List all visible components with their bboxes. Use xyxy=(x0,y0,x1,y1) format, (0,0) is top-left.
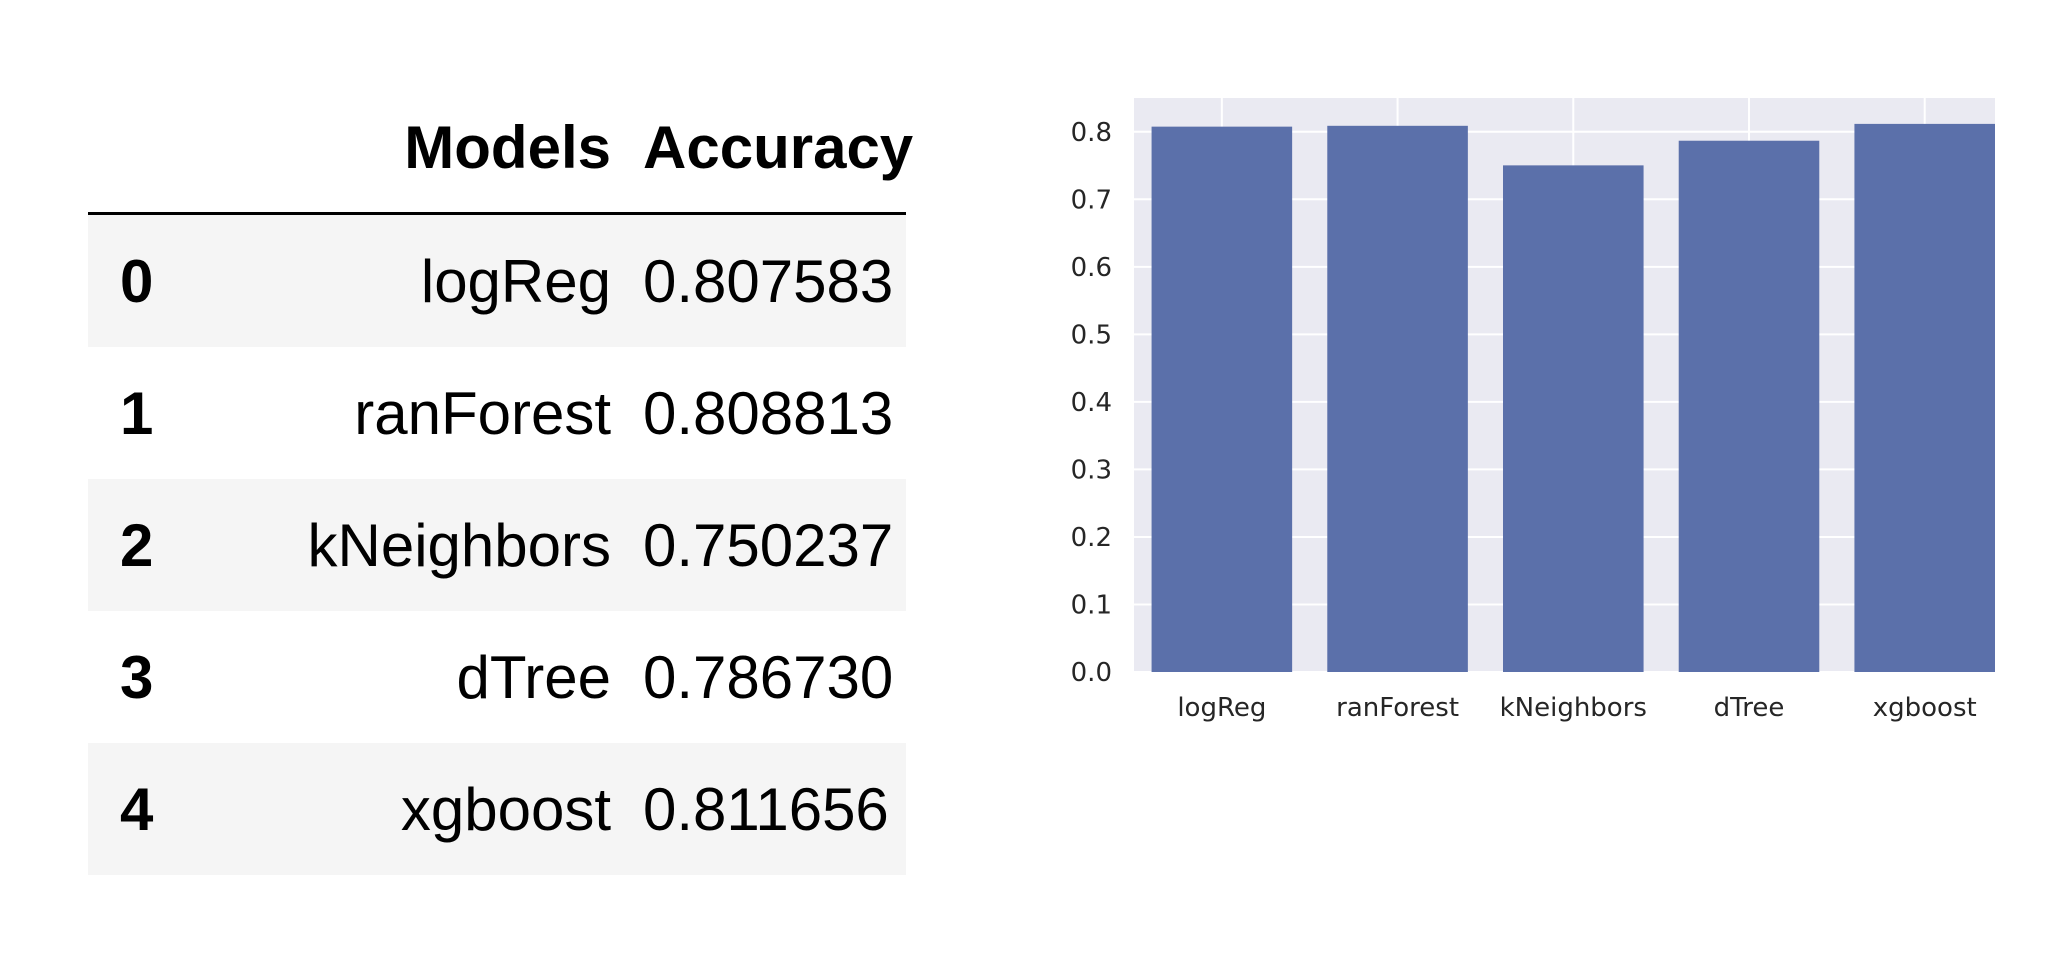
x-tick-label: logReg xyxy=(1177,693,1266,723)
accuracy-bar-chart: 0.0 0.1 0.2 0.3 0.4 0.5 0.6 0.7 0.8 logReg ranFor… xyxy=(1071,98,1995,723)
row-index: 3 xyxy=(120,643,154,711)
y-tick-label: 0.4 xyxy=(1071,388,1112,418)
row-model: dTree xyxy=(456,643,611,711)
table-row: 3 dTree 0.786730 xyxy=(88,611,906,743)
bar-dTree xyxy=(1678,140,1820,673)
y-tick-label: 0.5 xyxy=(1071,320,1112,350)
row-accuracy: 0.811656 xyxy=(643,775,889,843)
row-index: 1 xyxy=(120,379,154,447)
row-accuracy: 0.750237 xyxy=(643,511,894,579)
bar-xgboost xyxy=(1854,123,1995,672)
models-header: Models xyxy=(404,113,611,181)
y-tick-labels: 0.0 0.1 0.2 0.3 0.4 0.5 0.6 0.7 0.8 xyxy=(1071,118,1112,688)
row-model: kNeighbors xyxy=(307,511,612,579)
row-accuracy: 0.808813 xyxy=(643,379,894,447)
row-model: xgboost xyxy=(400,775,611,843)
table-header-row: Models Accuracy xyxy=(88,82,914,214)
accuracy-table-container: Models Accuracy 0 logReg 0.807583 1 ranF… xyxy=(88,82,914,875)
x-tick-label: ranForest xyxy=(1336,693,1459,723)
x-tick-label: xgboost xyxy=(1873,693,1977,723)
y-tick-label: 0.3 xyxy=(1071,455,1112,485)
x-tick-label: kNeighbors xyxy=(1500,693,1647,723)
row-accuracy: 0.786730 xyxy=(643,643,894,711)
row-index: 4 xyxy=(120,775,154,843)
x-tick-label: dTree xyxy=(1714,693,1785,723)
row-index: 0 xyxy=(120,247,154,315)
row-index: 2 xyxy=(120,511,154,579)
row-model: logReg xyxy=(420,247,611,315)
table-row: 1 ranForest 0.808813 xyxy=(88,347,906,479)
row-model: ranForest xyxy=(354,379,611,447)
y-tick-label: 0.2 xyxy=(1071,523,1112,553)
y-tick-label: 0.6 xyxy=(1071,253,1112,283)
table-row: 2 kNeighbors 0.750237 xyxy=(88,479,906,611)
table-row: 4 xgboost 0.811656 xyxy=(88,743,906,875)
bars xyxy=(1151,123,1995,673)
bar-logReg xyxy=(1151,126,1293,673)
index-header xyxy=(88,82,198,214)
accuracy-header: Accuracy xyxy=(643,113,914,181)
x-tick-labels: logReg ranForest kNeighbors dTree xgboost xyxy=(1177,693,1976,723)
bar-kNeighbors xyxy=(1503,165,1644,672)
y-tick-label: 0.8 xyxy=(1071,118,1112,148)
bar-ranForest xyxy=(1327,125,1468,672)
y-tick-label: 0.0 xyxy=(1071,658,1112,688)
y-tick-label: 0.7 xyxy=(1071,185,1112,215)
y-tick-label: 0.1 xyxy=(1071,590,1112,620)
table-row: 0 logReg 0.807583 xyxy=(88,213,906,347)
accuracy-table: Models Accuracy 0 logReg 0.807583 1 ranF… xyxy=(88,82,914,875)
row-accuracy: 0.807583 xyxy=(643,247,894,315)
